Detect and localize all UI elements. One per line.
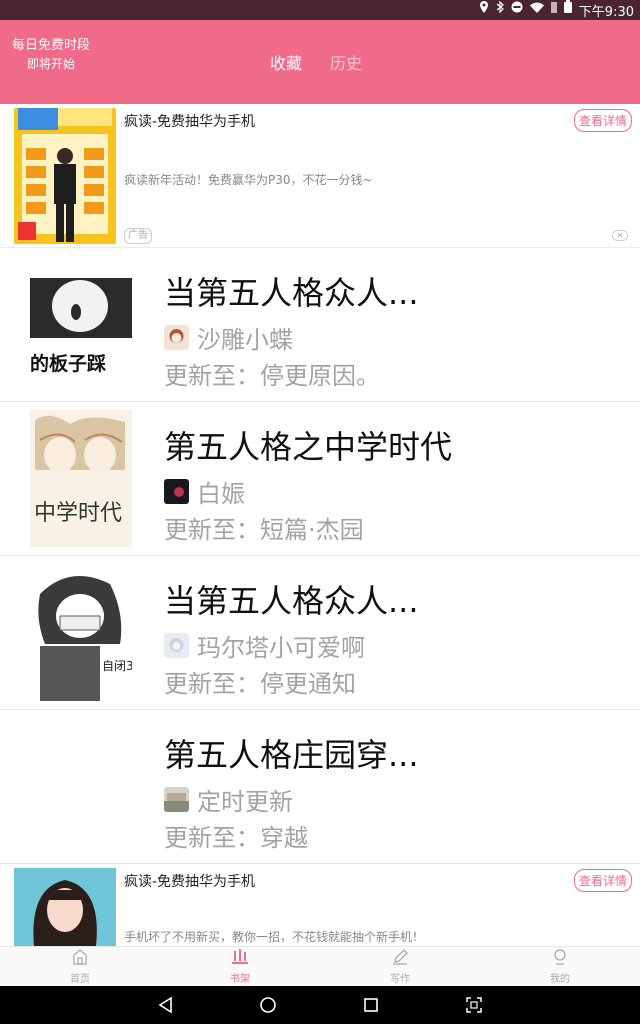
ad-label: 广告 xyxy=(124,228,152,244)
view-details-button[interactable]: 查看详情 xyxy=(573,109,632,132)
ad-item[interactable]: 疯读-免费抽华为手机 手机坏了不用新买，教你一招，不花钱就能抽个新手机！ 查看详… xyxy=(0,864,640,946)
book-cover xyxy=(30,718,132,855)
cover-text: 中学时代 xyxy=(34,501,122,526)
nav-bookshelf[interactable]: 书架 xyxy=(160,947,320,986)
book-item[interactable]: 第五人格庄园穿... 定时更新 更新至：穿越 xyxy=(0,710,640,864)
author-avatar xyxy=(164,325,189,350)
book-update: 更新至：穿越 xyxy=(164,824,308,852)
ad-title[interactable]: 疯读-免费抽华为手机 xyxy=(124,871,255,891)
book-author: 白娠 xyxy=(164,474,245,509)
dnd-icon xyxy=(511,0,523,20)
bookshelf-icon xyxy=(232,948,248,968)
free-time-title: 每日免费时段 xyxy=(12,38,91,53)
view-details-button[interactable]: 查看详情 xyxy=(573,869,632,892)
home-icon xyxy=(72,948,88,968)
author-avatar xyxy=(164,787,189,812)
ad-description: 手机坏了不用新买，教你一招，不花钱就能抽个新手机！ xyxy=(124,930,425,944)
ad-thumbnail xyxy=(14,108,116,244)
wifi-icon xyxy=(529,0,544,20)
ad-item[interactable]: 疯读-免费抽华为手机 疯读新年活动！免费赢华为P30，不花一分钱~ 查看详情 广… xyxy=(0,104,640,248)
book-item[interactable]: 中学时代 第五人格之中学时代 白娠 更新至：短篇·杰园 xyxy=(0,402,640,556)
book-author: 定时更新 xyxy=(164,782,293,817)
ad-description: 疯读新年活动！免费赢华为P30，不花一分钱~ xyxy=(124,173,373,187)
book-item[interactable]: 自闭3 当第五人格众人... 玛尔塔小可爱啊 更新至：停更通知 xyxy=(0,556,640,710)
author-name: 白娠 xyxy=(197,480,245,508)
tab-bar: 收藏 历史 xyxy=(270,50,362,74)
book-title[interactable]: 当第五人格众人... xyxy=(164,268,419,314)
ad-thumbnail xyxy=(14,868,116,946)
nav-profile-label: 我的 xyxy=(550,973,570,985)
free-time-banner[interactable]: 每日免费时段 即将开始 xyxy=(12,37,90,73)
book-title[interactable]: 第五人格之中学时代 xyxy=(164,422,452,468)
sim-icon xyxy=(550,0,557,20)
nav-write[interactable]: 写作 xyxy=(320,947,480,986)
book-title[interactable]: 当第五人格众人... xyxy=(164,576,419,622)
nav-bookshelf-label: 书架 xyxy=(230,973,250,985)
cover-text: 自闭3 xyxy=(102,659,132,673)
book-cover: 的板子踩 xyxy=(30,256,132,393)
book-cover: 自闭3 xyxy=(30,564,132,701)
book-update: 更新至：短篇·杰园 xyxy=(164,516,364,544)
book-item[interactable]: 的板子踩 当第五人格众人... 沙雕小蝶 更新至：停更原因。 xyxy=(0,248,640,402)
bluetooth-icon xyxy=(496,0,504,20)
author-name: 定时更新 xyxy=(197,788,293,816)
back-icon[interactable] xyxy=(157,996,175,1014)
book-cover: 中学时代 xyxy=(30,410,132,547)
author-avatar xyxy=(164,633,189,658)
book-author: 玛尔塔小可爱啊 xyxy=(164,628,365,663)
home-button-icon[interactable] xyxy=(259,996,277,1014)
tab-history[interactable]: 历史 xyxy=(330,50,362,74)
free-time-subtitle: 即将开始 xyxy=(27,57,76,71)
ad-title[interactable]: 疯读-免费抽华为手机 xyxy=(124,111,255,131)
screenshot-icon[interactable] xyxy=(465,996,483,1014)
system-nav-bar xyxy=(0,986,640,1024)
book-author: 沙雕小蝶 xyxy=(164,320,293,355)
header: 每日免费时段 即将开始 收藏 历史 xyxy=(0,20,640,104)
status-time: 下午9:30 xyxy=(578,4,634,20)
book-update: 更新至：停更通知 xyxy=(164,670,356,698)
profile-icon xyxy=(552,948,568,968)
cover-text: 的板子踩 xyxy=(30,352,106,375)
location-icon xyxy=(479,0,489,20)
author-name: 玛尔塔小可爱啊 xyxy=(197,634,365,662)
pencil-icon xyxy=(392,948,408,968)
status-bar: 下午9:30 xyxy=(0,0,640,20)
close-icon[interactable]: ✕ xyxy=(612,230,628,241)
battery-icon xyxy=(563,0,572,20)
bottom-nav: 首页 书架 写作 我的 xyxy=(0,946,640,986)
book-title[interactable]: 第五人格庄园穿... xyxy=(164,730,419,776)
nav-home[interactable]: 首页 xyxy=(0,947,160,986)
recents-icon[interactable] xyxy=(362,996,380,1014)
nav-profile[interactable]: 我的 xyxy=(480,947,640,986)
author-name: 沙雕小蝶 xyxy=(197,326,293,354)
author-avatar xyxy=(164,479,189,504)
book-update: 更新至：停更原因。 xyxy=(164,362,380,390)
tab-favorites[interactable]: 收藏 xyxy=(270,50,302,74)
nav-write-label: 写作 xyxy=(390,973,410,985)
bookshelf-list[interactable]: 疯读-免费抽华为手机 疯读新年活动！免费赢华为P30，不花一分钱~ 查看详情 广… xyxy=(0,104,640,946)
nav-home-label: 首页 xyxy=(70,973,90,985)
